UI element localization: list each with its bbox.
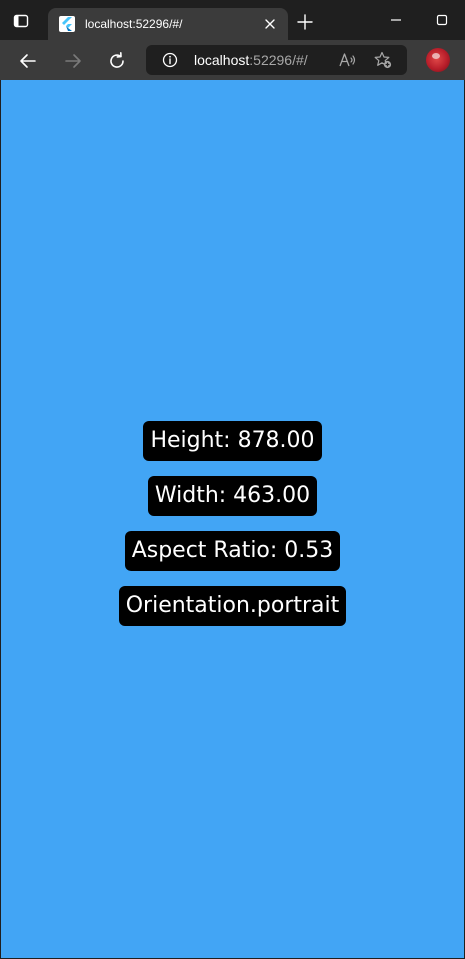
minimize-button[interactable]	[386, 12, 406, 28]
browser-toolbar: localhost:52296/#/	[0, 40, 465, 80]
read-aloud-icon[interactable]	[339, 52, 357, 68]
tab-title: localhost:52296/#/	[85, 17, 183, 31]
url-path: :52296/#/	[249, 52, 308, 68]
refresh-icon	[107, 51, 127, 71]
active-tab[interactable]: localhost:52296/#/	[48, 8, 288, 40]
forward-button[interactable]	[62, 50, 84, 72]
refresh-button[interactable]	[106, 50, 128, 72]
tab-strip: localhost:52296/#/	[0, 0, 465, 40]
tab-actions-button[interactable]	[10, 10, 32, 32]
plus-icon	[297, 14, 313, 30]
tab-actions-icon	[13, 13, 29, 29]
app-viewport: Height: 878.00 Width: 463.00 Aspect Rati…	[1, 80, 464, 958]
aspect-ratio-label: Aspect Ratio: 0.53	[124, 531, 341, 571]
info-icon[interactable]	[162, 52, 178, 68]
flutter-icon	[59, 16, 75, 32]
maximize-icon	[436, 14, 448, 26]
screen-info-list: Height: 878.00 Width: 463.00 Aspect Rati…	[1, 421, 464, 641]
back-arrow-icon	[18, 51, 38, 71]
minimize-icon	[390, 14, 402, 26]
width-label: Width: 463.00	[147, 476, 318, 516]
maximize-button[interactable]	[432, 12, 452, 28]
profile-avatar[interactable]	[426, 48, 450, 72]
orientation-label: Orientation.portrait	[118, 586, 347, 626]
address-bar[interactable]: localhost:52296/#/	[146, 45, 407, 75]
favorites-add-icon[interactable]	[374, 51, 392, 69]
url-host: localhost	[194, 52, 250, 68]
forward-arrow-icon	[63, 51, 83, 71]
close-icon[interactable]	[262, 16, 278, 32]
new-tab-button[interactable]	[296, 13, 314, 31]
url-text[interactable]: localhost:52296/#/	[194, 52, 308, 68]
back-button[interactable]	[17, 50, 39, 72]
avatar-highlight	[432, 53, 440, 59]
height-label: Height: 878.00	[143, 421, 322, 461]
browser-window: localhost:52296/#/ localhost:52296/#/ He…	[0, 0, 465, 959]
